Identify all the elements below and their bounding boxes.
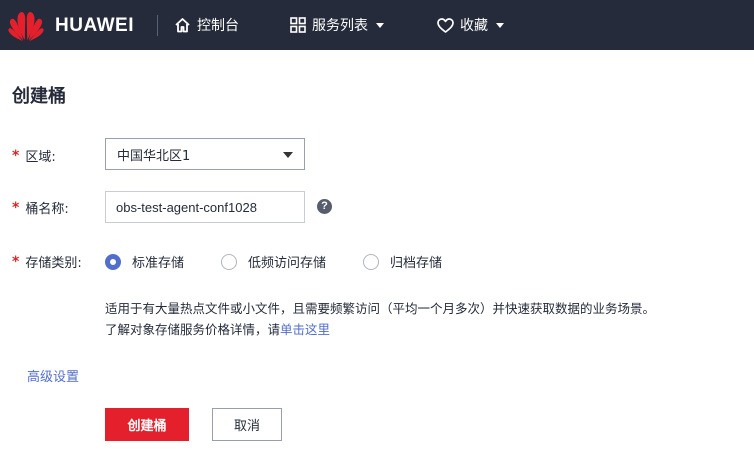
chevron-down-icon bbox=[496, 22, 504, 28]
nav-favorites-menu[interactable]: 收藏 bbox=[437, 0, 504, 50]
region-select-value: 中国华北区1 bbox=[117, 148, 191, 164]
bucket-name-label: * 桶名称: bbox=[12, 198, 69, 218]
radio-unselected-icon bbox=[363, 253, 379, 270]
brand-name[interactable]: HUAWEI bbox=[55, 15, 134, 37]
region-label-text: 区域: bbox=[25, 150, 56, 165]
region-label: * 区域: bbox=[12, 146, 56, 166]
nav-console[interactable]: 控制台 bbox=[174, 0, 239, 50]
bucket-name-input[interactable] bbox=[105, 191, 305, 223]
region-select[interactable]: 中国华北区1 bbox=[105, 138, 305, 170]
required-asterisk: * bbox=[12, 253, 20, 270]
nav-divider bbox=[157, 15, 158, 36]
storage-class-archive-radio[interactable]: 归档存储 bbox=[363, 252, 442, 271]
pricing-info-text: 了解对象存储服务价格详情，请 bbox=[105, 322, 281, 337]
grid-icon bbox=[290, 17, 306, 33]
radio-selected-icon bbox=[105, 253, 121, 270]
huawei-logo-icon[interactable] bbox=[8, 9, 44, 42]
top-nav-bar: HUAWEI 控制台 服务列表 收藏 bbox=[0, 0, 754, 50]
page-title: 创建桶 bbox=[12, 86, 66, 107]
heart-icon bbox=[437, 17, 454, 33]
storage-class-infrequent-label: 低频访问存储 bbox=[248, 256, 327, 271]
storage-class-standard-radio[interactable]: 标准存储 bbox=[105, 252, 184, 271]
nav-services-label: 服务列表 bbox=[312, 18, 368, 34]
chevron-down-icon bbox=[283, 152, 293, 158]
radio-unselected-icon bbox=[221, 253, 237, 270]
storage-class-label: * 存储类别: bbox=[12, 252, 82, 272]
storage-class-description: 适用于有大量热点文件或小文件，且需要频繁访问（平均一个月多次）并快速获取数据的业… bbox=[105, 301, 656, 316]
pricing-details-link[interactable]: 单击这里 bbox=[280, 322, 330, 337]
storage-class-archive-label: 归档存储 bbox=[390, 256, 443, 271]
advanced-settings-link[interactable]: 高级设置 bbox=[27, 366, 79, 385]
required-asterisk: * bbox=[12, 199, 20, 216]
storage-class-standard-label: 标准存储 bbox=[132, 256, 185, 271]
nav-services-menu[interactable]: 服务列表 bbox=[290, 0, 384, 50]
help-icon[interactable]: ? bbox=[317, 199, 332, 214]
cancel-button[interactable]: 取消 bbox=[212, 408, 282, 441]
pricing-info: 了解对象存储服务价格详情，请单击这里 bbox=[105, 319, 330, 338]
storage-class-label-text: 存储类别: bbox=[25, 256, 82, 271]
required-asterisk: * bbox=[12, 147, 20, 164]
storage-class-infrequent-radio[interactable]: 低频访问存储 bbox=[221, 252, 326, 271]
bucket-name-label-text: 桶名称: bbox=[25, 202, 69, 217]
home-icon bbox=[175, 18, 190, 33]
nav-favorites-label: 收藏 bbox=[460, 18, 488, 34]
create-bucket-button[interactable]: 创建桶 bbox=[105, 408, 189, 441]
chevron-down-icon bbox=[376, 22, 384, 28]
nav-console-label: 控制台 bbox=[197, 18, 239, 34]
